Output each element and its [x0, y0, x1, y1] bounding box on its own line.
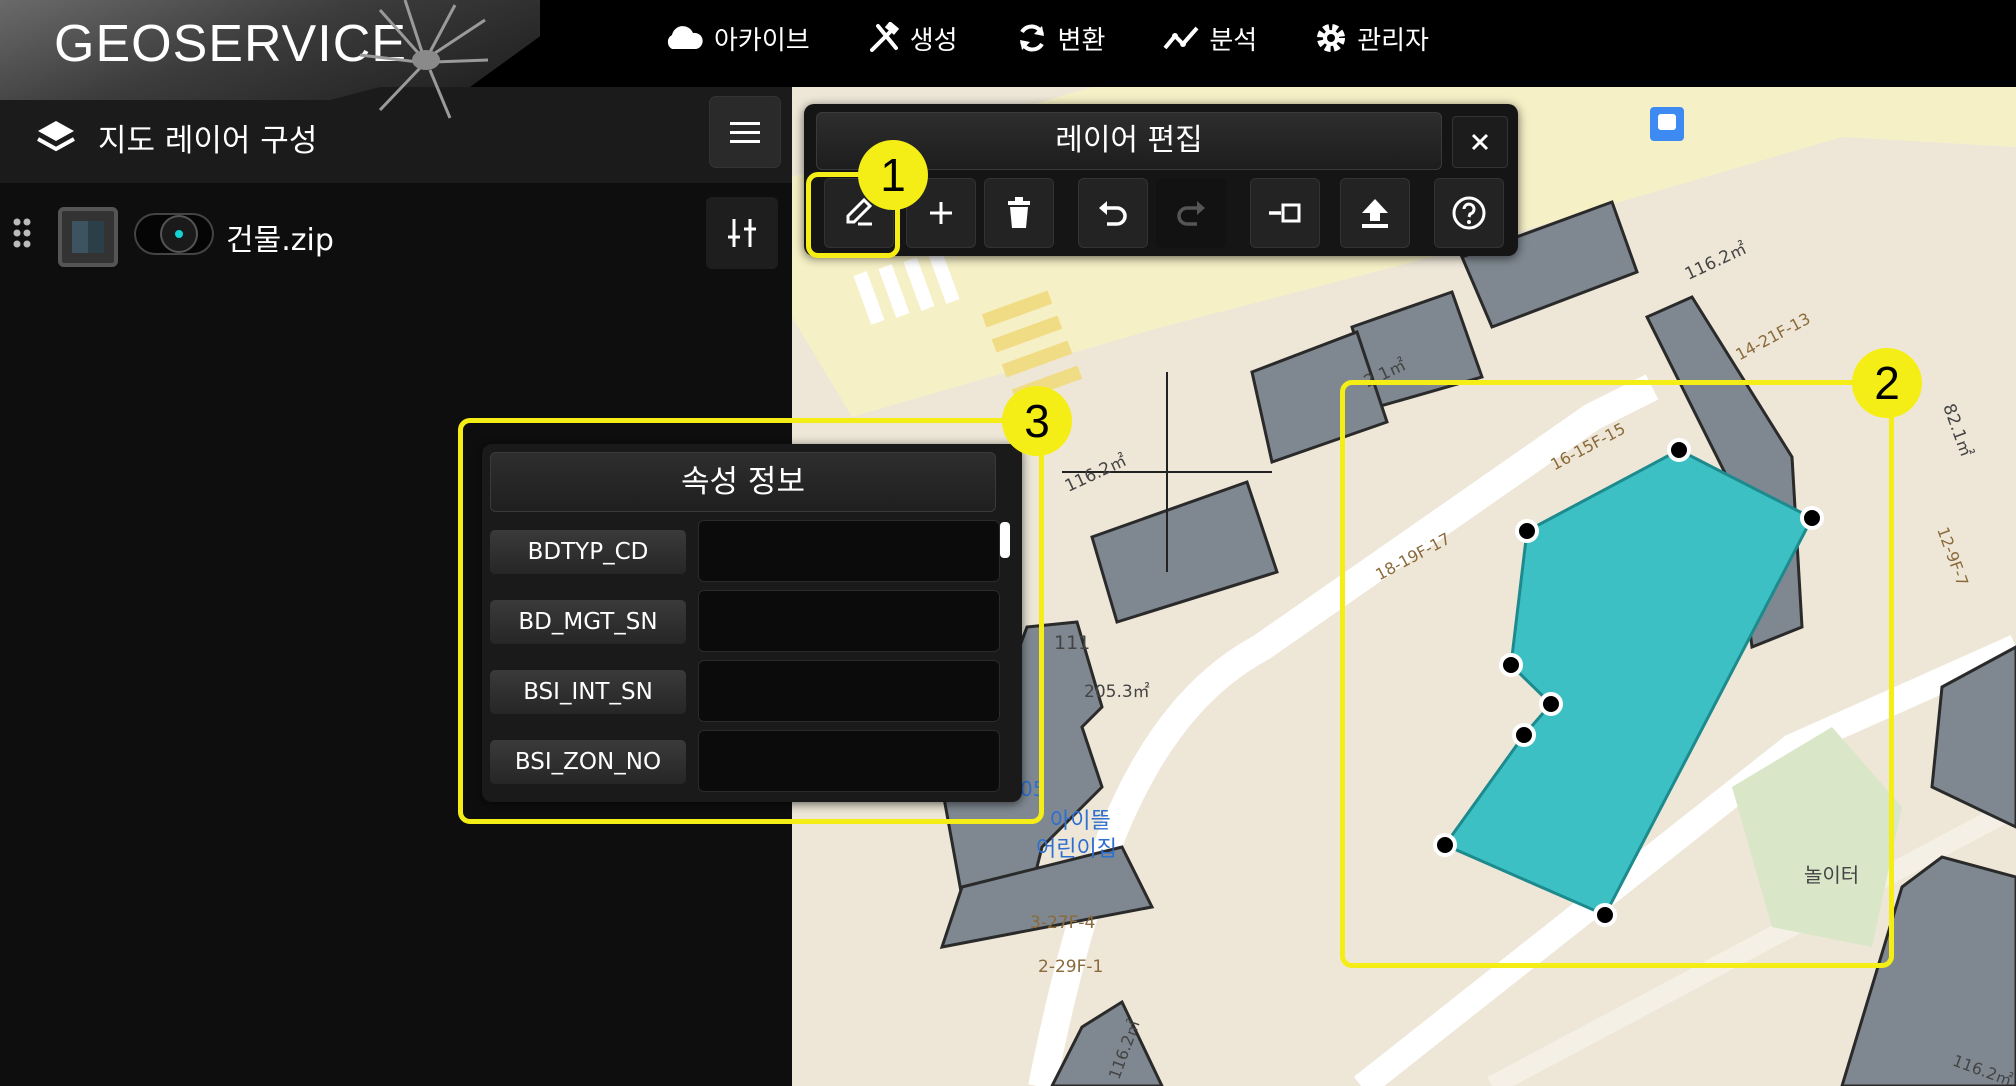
map-label: 205.3㎡: [1084, 682, 1150, 702]
nav-label: 관리자: [1357, 25, 1429, 56]
attribute-value-input[interactable]: [698, 660, 1000, 722]
sort-settings-icon: [728, 219, 756, 247]
layer-visibility-toggle[interactable]: [134, 213, 214, 255]
nav-analysis[interactable]: 분석: [1163, 18, 1257, 58]
map-label: 2-29F-1: [1038, 957, 1104, 977]
layer-thumbnail: [58, 207, 118, 267]
split-icon: [1269, 203, 1301, 223]
cloud-icon: [667, 26, 703, 49]
attribute-panel: 속성 정보 BDTYP_CD BD_MGT_SN BSI_INT_SN BSI_…: [482, 444, 1022, 802]
toggle-knob: [162, 217, 196, 251]
attribute-row: BSI_ZON_NO: [490, 730, 1000, 792]
tools-icon: [869, 22, 899, 52]
layer-item[interactable]: 건물.zip: [0, 197, 792, 277]
help-button[interactable]: [1434, 178, 1504, 248]
attribute-value-input[interactable]: [698, 590, 1000, 652]
upload-icon: [1362, 199, 1388, 228]
refresh-icon: [1019, 24, 1044, 52]
redo-button[interactable]: [1156, 178, 1226, 248]
nav-create[interactable]: 생성: [868, 18, 958, 58]
hamburger-icon: [730, 122, 760, 143]
edit-close-button[interactable]: [1452, 116, 1508, 168]
map-label: 111: [1054, 632, 1091, 654]
callout-badge: 3: [1002, 386, 1072, 456]
map-label: 05: [1020, 777, 1046, 801]
layers-icon: [37, 121, 75, 152]
sidebar-menu-button[interactable]: [710, 97, 780, 167]
layer-settings-button[interactable]: [706, 197, 778, 269]
main-nav: 아카이브 생성 변환 분석 관리자: [664, 18, 1487, 58]
attribute-panel-title[interactable]: 속성 정보: [490, 452, 996, 512]
attribute-label: BDTYP_CD: [490, 530, 686, 574]
upload-button[interactable]: [1340, 178, 1410, 248]
map-label: 3-27F-4: [1030, 913, 1096, 933]
chart-line-icon: [1163, 26, 1199, 50]
nav-label: 변환: [1057, 25, 1106, 56]
attribute-row: BD_MGT_SN: [490, 590, 1000, 652]
undo-icon: [1099, 201, 1127, 226]
attribute-label: BSI_ZON_NO: [490, 740, 686, 784]
map-label: 어린이집: [1036, 837, 1117, 862]
spider-logo-icon: [360, 0, 489, 119]
sidebar-title: 지도 레이어 구성: [98, 123, 318, 159]
undo-button[interactable]: [1078, 178, 1148, 248]
split-button[interactable]: [1250, 178, 1320, 248]
attribute-value-input[interactable]: [698, 520, 1000, 582]
nav-label: 생성: [909, 25, 958, 56]
nav-label: 분석: [1209, 25, 1258, 56]
plus-icon: [930, 202, 952, 224]
layer-name: 건물.zip: [226, 223, 334, 258]
close-icon: [1471, 133, 1489, 151]
nav-admin[interactable]: 관리자: [1315, 18, 1429, 58]
delete-feature-button[interactable]: [984, 178, 1054, 248]
callout-badge: 2: [1852, 348, 1922, 418]
attribute-row: BSI_INT_SN: [490, 660, 1000, 722]
attribute-value-input[interactable]: [698, 730, 1000, 792]
nav-label: 아카이브: [714, 25, 810, 56]
attribute-scrollbar[interactable]: [1000, 522, 1010, 558]
help-icon: [1452, 196, 1486, 230]
redo-icon: [1177, 201, 1205, 226]
trash-icon: [1008, 197, 1030, 228]
app-logo[interactable]: GEOSERVICE: [54, 14, 407, 74]
drag-handle-icon[interactable]: [12, 217, 32, 249]
attribute-label: BD_MGT_SN: [490, 600, 686, 644]
gear-icon: [1317, 24, 1346, 52]
nav-convert[interactable]: 변환: [1016, 18, 1106, 58]
map-label: 놀이터: [1804, 863, 1860, 887]
attribute-label: BSI_INT_SN: [490, 670, 686, 714]
attribute-row: BDTYP_CD: [490, 520, 1000, 582]
callout-badge: 1: [858, 140, 928, 210]
nav-archive[interactable]: 아카이브: [664, 18, 810, 58]
